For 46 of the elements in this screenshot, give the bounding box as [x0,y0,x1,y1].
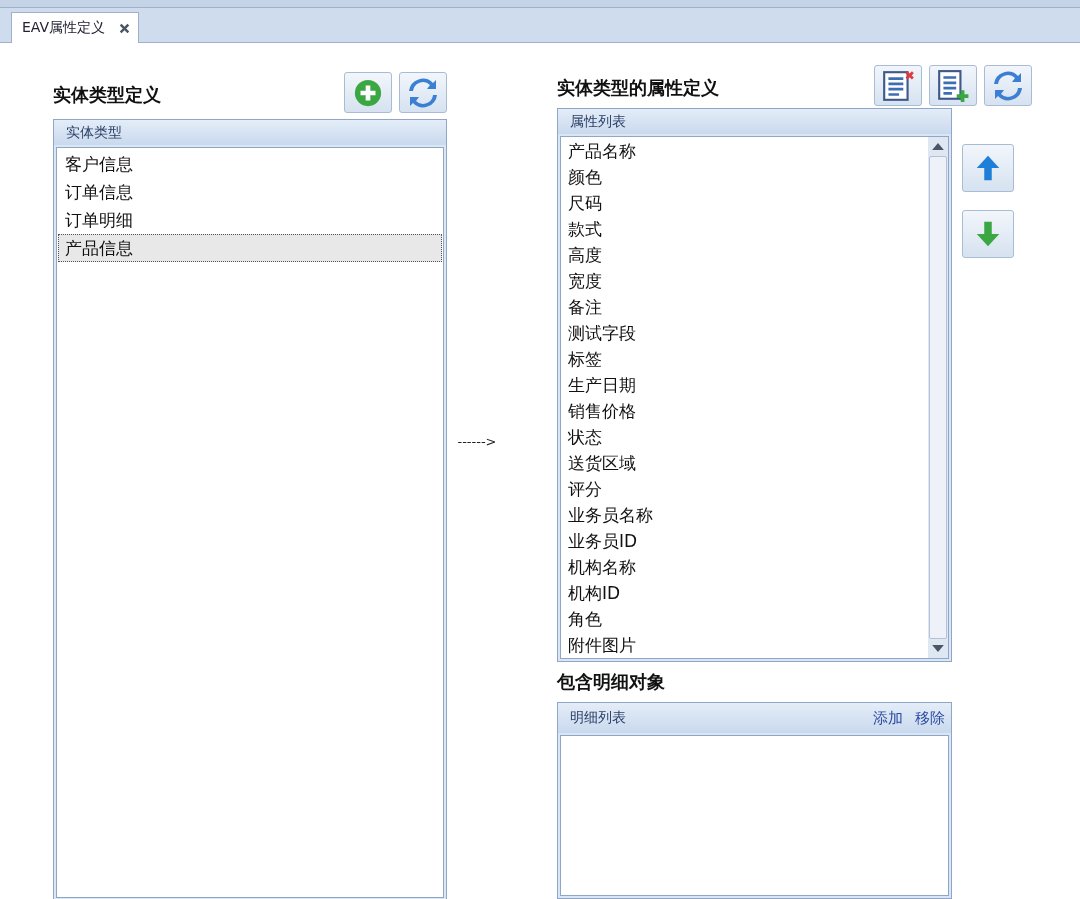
add-list-button[interactable] [929,65,977,106]
close-icon[interactable] [119,22,131,34]
refresh-button[interactable] [984,65,1032,106]
list-item[interactable]: 业务员ID [561,528,928,554]
list-item[interactable]: 标签 [561,346,928,372]
list-item[interactable]: 生产日期 [561,372,928,398]
tab[interactable]: EAV属性定义 [11,12,140,43]
panel-title: 包含明细对象 [557,670,665,694]
list-item[interactable]: 机构名称 [561,554,928,580]
list-item[interactable]: 高度 [561,242,928,268]
delete-list-button[interactable] [874,65,922,106]
list-item[interactable]: 颜色 [561,164,928,190]
add-button[interactable] [344,72,392,113]
scrollbar[interactable] [928,137,948,658]
refresh-button[interactable] [399,72,447,113]
list-item[interactable]: 附件图片 [561,632,928,658]
move-down-button[interactable] [962,210,1014,258]
list-item[interactable]: 尺码 [561,190,928,216]
list-item[interactable]: 业务员名称 [561,502,928,528]
arrow-label: ------> [457,433,497,449]
list-item[interactable]: 送货区域 [561,450,928,476]
action-link[interactable]: 添加 [873,708,903,728]
list-header: 属性列表 [570,112,626,131]
list-item[interactable]: 订单信息 [58,178,442,206]
action-link[interactable]: 移除 [915,708,945,728]
list-item[interactable]: 机构ID [561,580,928,606]
list-item[interactable]: 角色 [561,606,928,632]
scroll-down-icon[interactable] [932,645,944,652]
list-item[interactable]: 销售价格 [561,398,928,424]
list-item[interactable]: 产品名称 [561,138,928,164]
list-item[interactable]: 产品信息 [58,234,442,262]
panel-title: 实体类型的属性定义 [557,76,719,100]
plus-circle-icon [353,77,383,108]
move-up-button[interactable] [962,144,1014,192]
list-item[interactable]: 客户信息 [58,150,442,178]
panel-title: 实体类型定义 [53,83,161,107]
list-item[interactable]: 宽度 [561,268,928,294]
list-item[interactable]: 状态 [561,424,928,450]
list-item[interactable]: 订单明细 [58,206,442,234]
scroll-up-icon[interactable] [932,143,944,150]
list-header: 明细列表 [570,709,626,727]
list-header: 实体类型 [66,123,122,142]
list-item[interactable]: 备注 [561,294,928,320]
list-item[interactable]: 款式 [561,216,928,242]
list-item[interactable]: 评分 [561,476,928,502]
list-item[interactable]: 测试字段 [561,320,928,346]
